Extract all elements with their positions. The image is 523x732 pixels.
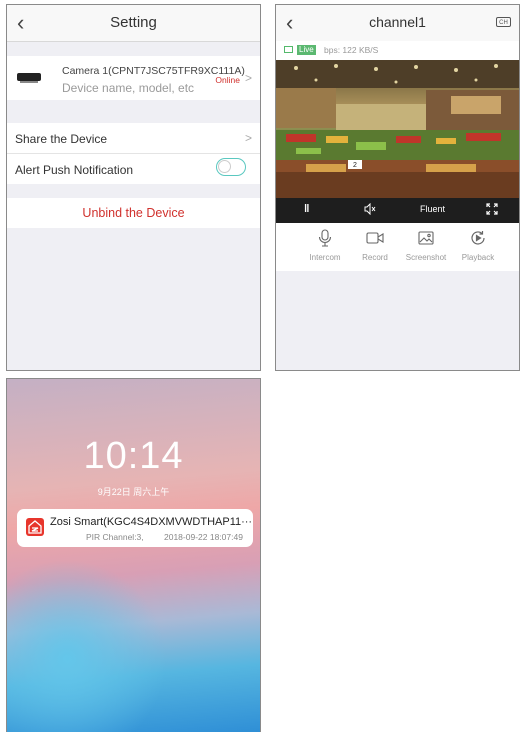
mute-speaker-icon[interactable]: [364, 202, 376, 217]
push-notification-card[interactable]: Zosi Smart(KGC4S4DXMVWDTHAP11··· PIR Cha…: [17, 509, 253, 547]
chevron-right-icon: >: [244, 71, 252, 85]
bitrate-text: bps: 122 KB/S: [324, 45, 379, 55]
chevron-right-icon: >: [244, 131, 252, 145]
playback-label: Playback: [461, 253, 495, 262]
live-monitor-icon: [284, 46, 293, 53]
quality-selector[interactable]: Fluent: [420, 204, 445, 214]
supermarket-scene-image: 2: [276, 60, 519, 198]
stream-status-bar: Live bps: 122 KB/S: [276, 41, 519, 60]
device-row[interactable]: Camera 1(CPNT7JSC75TFR9XC111A) Device na…: [7, 56, 260, 100]
microphone-icon: [297, 229, 353, 247]
share-device-label: Share the Device: [15, 132, 108, 146]
setting-nav-bar: ‹ Setting: [7, 5, 260, 42]
alert-push-toggle[interactable]: [216, 158, 246, 176]
notification-body: PIR Channel:3,: [86, 532, 144, 542]
unbind-device-button[interactable]: Unbind the Device: [7, 198, 260, 228]
setting-screen: ‹ Setting Camera 1(CPNT7JSC75TFR9XC111A)…: [6, 4, 261, 371]
setting-title: Setting: [110, 14, 157, 31]
screenshot-button[interactable]: Screenshot: [398, 229, 454, 262]
live-badge: Live: [297, 45, 316, 55]
channel-switch-icon[interactable]: CH: [496, 17, 511, 27]
channel-nav-bar: ‹ channel1 CH: [276, 5, 519, 41]
record-label: Record: [362, 253, 388, 262]
intercom-button[interactable]: Intercom: [297, 229, 353, 262]
screenshot-label: Screenshot: [405, 253, 447, 262]
price-sign-text: 2: [353, 162, 357, 169]
record-button[interactable]: Record: [347, 229, 403, 262]
device-subtitle: Device name, model, etc: [62, 81, 195, 95]
playback-button[interactable]: Playback: [450, 229, 506, 262]
lock-screen: 10:14 9月22日 周六上午 Zosi Smart(KGC4S4DXMVWD…: [6, 378, 261, 732]
fullscreen-icon[interactable]: [486, 203, 498, 217]
live-video-feed[interactable]: 2: [276, 60, 519, 198]
channel-title: channel1: [369, 14, 426, 30]
video-camera-icon: [347, 229, 403, 247]
intercom-label: Intercom: [309, 253, 341, 262]
playback-icon: [450, 229, 506, 247]
image-icon: [398, 229, 454, 247]
alert-push-label: Alert Push Notification: [15, 163, 134, 177]
wallpaper-glow: [7, 559, 167, 732]
camera-tools-bar: Intercom Record Screenshot Playback: [276, 223, 519, 271]
notification-title: Zosi Smart(KGC4S4DXMVWDTHAP11···: [50, 516, 253, 528]
zosi-app-icon: [26, 518, 44, 536]
playback-controls-bar: ‖ Fluent: [276, 198, 519, 223]
notification-timestamp: 2018-09-22 18:07:49: [164, 532, 243, 542]
lock-screen-time: 10:14: [83, 435, 184, 477]
pause-icon[interactable]: ‖: [304, 203, 309, 215]
share-device-row[interactable]: Share the Device >: [7, 123, 260, 153]
channel-screen: ‹ channel1 CH Live bps: 122 KB/S 2 ‖ Flu…: [275, 4, 520, 371]
lock-screen-date: 9月22日 周六上午: [97, 487, 170, 497]
device-status-badge: Online: [215, 75, 240, 85]
alert-push-row: Alert Push Notification: [7, 154, 260, 184]
camera-device-icon: [17, 73, 41, 83]
